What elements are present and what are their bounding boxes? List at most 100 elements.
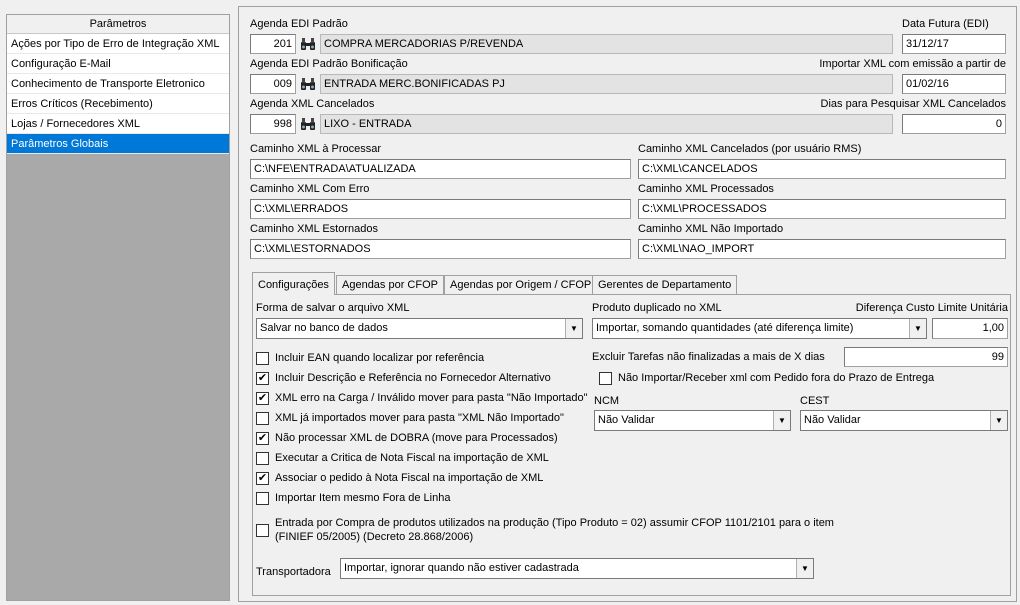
excluir-tarefas-field[interactable]: 99 (844, 347, 1008, 367)
checkbox-xml-ja-importados[interactable]: XML já importados mover para pasta "XML … (256, 410, 564, 426)
checkbox-incluir-ean[interactable]: Incluir EAN quando localizar por referên… (256, 350, 484, 366)
agenda-bonificacao-description: ENTRADA MERC.BONIFICADAS PJ (320, 74, 893, 94)
checkbox-label: XML erro na Carga / Inválido mover para … (275, 392, 588, 404)
caminho-com-erro-field[interactable]: C:\XML\ERRADOS (250, 199, 631, 219)
produto-duplicado-value: Importar, somando quantidades (até difer… (596, 322, 854, 334)
transportadora-select[interactable]: Importar, ignorar quando não estiver cad… (340, 558, 814, 579)
checkbox-box[interactable] (256, 491, 269, 505)
caminho-estornados-field[interactable]: C:\XML\ESTORNADOS (250, 239, 631, 259)
caminho-processar-field[interactable]: C:\NFE\ENTRADA\ATUALIZADA (250, 159, 631, 179)
checkbox-incluir-descricao[interactable]: ✔ Incluir Descrição e Referência no Forn… (256, 370, 551, 386)
importar-xml-label: Importar XML com emissão a partir de (819, 58, 1006, 70)
agenda-cancelados-code-field[interactable]: 998 (250, 114, 296, 134)
produto-duplicado-label: Produto duplicado no XML (592, 302, 722, 314)
checkbox-importar-fora-linha[interactable]: Importar Item mesmo Fora de Linha (256, 490, 450, 506)
binoculars-icon[interactable] (298, 34, 318, 54)
entrada-compra-line2: (FINIEF 05/2005) (Decreto 28.868/2006) (275, 531, 474, 543)
diferenca-custo-label: Diferença Custo Limite Unitária (855, 302, 1008, 314)
caminho-nao-importado-field[interactable]: C:\XML\NAO_IMPORT (638, 239, 1006, 259)
caminho-com-erro-label: Caminho XML Com Erro (250, 183, 370, 195)
chevron-down-icon[interactable]: ▼ (796, 559, 813, 578)
agenda-bonificacao-code-field[interactable]: 009 (250, 74, 296, 94)
agenda-cancelados-label: Agenda XML Cancelados (250, 98, 375, 110)
checkbox-associar-pedido[interactable]: ✔ Associar o pedido à Nota Fiscal na imp… (256, 470, 543, 486)
sidebar-item-parametros-globais[interactable]: Parâmetros Globais (7, 134, 229, 154)
forma-salvar-label: Forma de salvar o arquivo XML (256, 302, 410, 314)
checkbox-label: XML já importados mover para pasta "XML … (275, 412, 564, 424)
agenda-edi-label: Agenda EDI Padrão (250, 18, 348, 30)
checkbox-label: Importar Item mesmo Fora de Linha (275, 492, 451, 504)
checkbox-entrada-compra[interactable]: Entrada por Compra de produtos utilizado… (256, 516, 834, 544)
chevron-down-icon[interactable]: ▼ (909, 319, 926, 338)
tab-agendas-origem-cfop[interactable]: Agendas por Origem / CFOP (444, 275, 598, 295)
nao-importar-pedido-checkbox[interactable]: Não Importar/Receber xml com Pedido fora… (599, 370, 934, 386)
sidebar-item-acoes-erro[interactable]: Ações por Tipo de Erro de Integração XML (7, 34, 229, 54)
caminho-cancelados-label: Caminho XML Cancelados (por usuário RMS) (638, 143, 862, 155)
checkbox-nao-processar-dobra[interactable]: ✔ Não processar XML de DOBRA (move para … (256, 430, 558, 446)
caminho-estornados-label: Caminho XML Estornados (250, 223, 378, 235)
main-panel: Agenda EDI Padrão 201 COMPRA MERCADORIAS… (238, 6, 1017, 602)
checkbox-label: Não processar XML de DOBRA (move para Pr… (275, 432, 558, 444)
excluir-tarefas-label: Excluir Tarefas não finalizadas a mais d… (592, 351, 825, 363)
importar-xml-date-field[interactable]: 01/02/16 (902, 74, 1006, 94)
caminho-processados-label: Caminho XML Processados (638, 183, 774, 195)
agenda-edi-code-field[interactable]: 201 (250, 34, 296, 54)
checkbox-box[interactable] (256, 523, 269, 537)
caminho-processar-label: Caminho XML à Processar (250, 143, 382, 155)
chevron-down-icon[interactable]: ▼ (565, 319, 582, 338)
cest-select[interactable]: Não Validar ▼ (800, 410, 1008, 431)
data-futura-field[interactable]: 31/12/17 (902, 34, 1006, 54)
checkbox-box[interactable] (256, 451, 269, 465)
agenda-cancelados-description: LIXO - ENTRADA (320, 114, 893, 134)
transportadora-value: Importar, ignorar quando não estiver cad… (344, 562, 579, 574)
sidebar-item-lojas-fornecedores[interactable]: Lojas / Fornecedores XML (7, 114, 229, 134)
forma-salvar-value: Salvar no banco de dados (260, 322, 388, 334)
agenda-edi-description: COMPRA MERCADORIAS P/REVENDA (320, 34, 893, 54)
tab-agendas-cfop[interactable]: Agendas por CFOP (336, 275, 444, 295)
cest-value: Não Validar (804, 414, 861, 426)
tab-configuracoes[interactable]: Configurações (252, 272, 335, 295)
checkmark-icon[interactable]: ✔ (256, 471, 269, 485)
checkbox-executar-critica[interactable]: Executar a Critica de Nota Fiscal na imp… (256, 450, 549, 466)
checkmark-icon[interactable]: ✔ (256, 391, 269, 405)
checkbox-label: Incluir Descrição e Referência no Fornec… (275, 372, 551, 384)
produto-duplicado-select[interactable]: Importar, somando quantidades (até difer… (592, 318, 927, 339)
checkbox-box[interactable] (256, 351, 269, 365)
sidebar-item-conhecimento-transporte[interactable]: Conhecimento de Transporte Eletronico (7, 74, 229, 94)
checkmark-icon[interactable]: ✔ (256, 431, 269, 445)
nao-importar-pedido-label: Não Importar/Receber xml com Pedido fora… (618, 372, 935, 384)
tab-panel-configuracoes: Forma de salvar o arquivo XML Salvar no … (252, 294, 1011, 596)
transportadora-label: Transportadora (256, 566, 331, 578)
cest-label: CEST (800, 395, 830, 407)
checkbox-box[interactable] (599, 371, 612, 385)
caminho-nao-importado-label: Caminho XML Não Importado (638, 223, 784, 235)
binoculars-icon[interactable] (298, 74, 318, 94)
chevron-down-icon[interactable]: ▼ (773, 411, 790, 430)
chevron-down-icon[interactable]: ▼ (990, 411, 1007, 430)
tab-gerentes-departamento[interactable]: Gerentes de Departamento (592, 275, 738, 295)
caminho-processados-field[interactable]: C:\XML\PROCESSADOS (638, 199, 1006, 219)
entrada-compra-line1: Entrada por Compra de produtos utilizado… (275, 517, 834, 529)
binoculars-icon[interactable] (298, 114, 318, 134)
caminho-cancelados-field[interactable]: C:\XML\CANCELADOS (638, 159, 1006, 179)
checkbox-box[interactable] (256, 411, 269, 425)
sidebar: Parâmetros Ações por Tipo de Erro de Int… (6, 14, 230, 601)
dias-pesquisar-field[interactable]: 0 (902, 114, 1006, 134)
sidebar-title: Parâmetros (7, 15, 229, 34)
checkmark-icon[interactable]: ✔ (256, 371, 269, 385)
ncm-value: Não Validar (598, 414, 655, 426)
checkbox-label: Incluir EAN quando localizar por referên… (275, 352, 485, 364)
sidebar-item-config-email[interactable]: Configuração E-Mail (7, 54, 229, 74)
sidebar-item-erros-criticos[interactable]: Erros Críticos (Recebimento) (7, 94, 229, 114)
data-futura-label: Data Futura (EDI) (902, 18, 989, 30)
ncm-select[interactable]: Não Validar ▼ (594, 410, 791, 431)
forma-salvar-select[interactable]: Salvar no banco de dados ▼ (256, 318, 583, 339)
checkbox-label: Associar o pedido à Nota Fiscal na impor… (275, 472, 544, 484)
checkbox-label: Executar a Critica de Nota Fiscal na imp… (275, 452, 549, 464)
checkbox-xml-erro-carga[interactable]: ✔ XML erro na Carga / Inválido mover par… (256, 390, 588, 406)
agenda-bonificacao-label: Agenda EDI Padrão Bonificação (250, 58, 408, 70)
ncm-label: NCM (594, 395, 620, 407)
diferenca-custo-field[interactable]: 1,00 (932, 318, 1008, 339)
dias-pesquisar-label: Dias para Pesquisar XML Cancelados (820, 98, 1006, 110)
entrada-compra-text: Entrada por Compra de produtos utilizado… (275, 516, 834, 544)
